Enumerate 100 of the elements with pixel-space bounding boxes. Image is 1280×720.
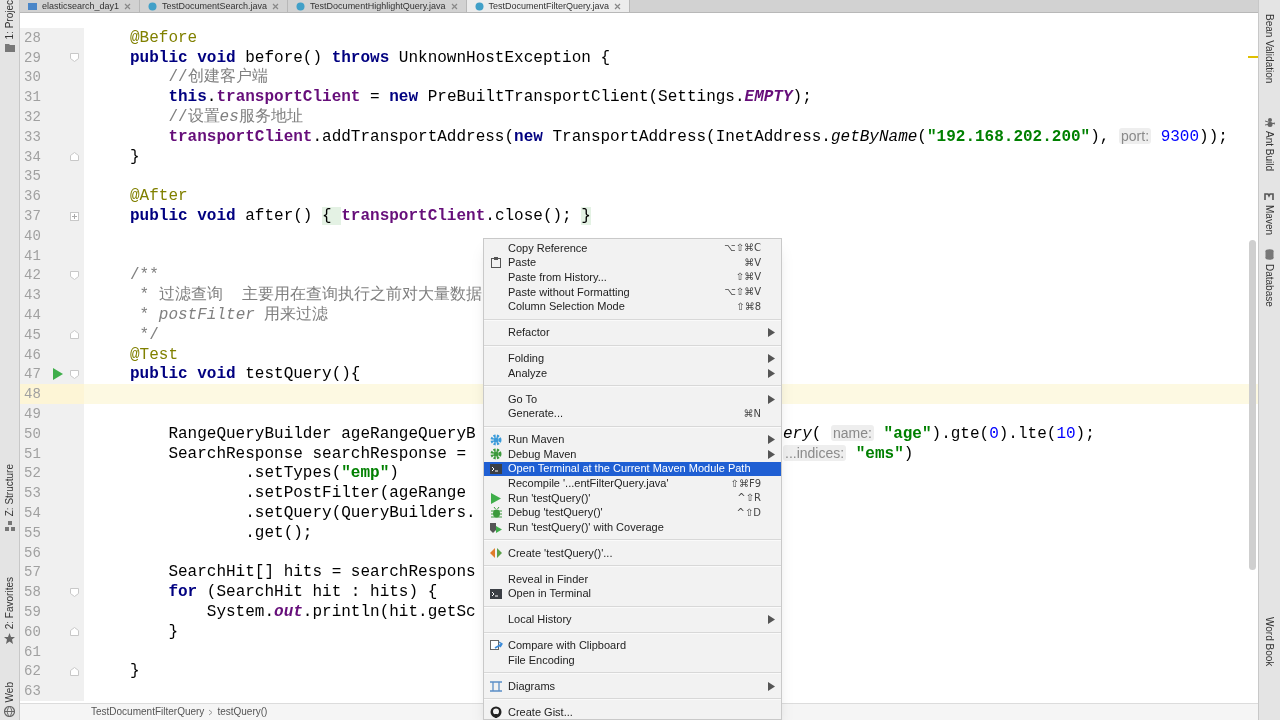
class-icon xyxy=(148,1,158,11)
code-line: public void after() { transportClient.close(); } xyxy=(129,208,591,225)
line-number: 59 xyxy=(23,605,42,619)
terminal-icon xyxy=(490,588,502,599)
menu-item[interactable]: Open in Terminal xyxy=(484,586,781,602)
code-line: } xyxy=(129,148,140,165)
line-number: 29 xyxy=(23,50,42,65)
close-icon[interactable] xyxy=(272,2,280,10)
menu-item[interactable]: Column Selection Mode ⇧⌘8 xyxy=(484,299,781,314)
fold-icon[interactable] xyxy=(70,330,79,340)
code-line: transportClient.addTransportAddress(new TransportAddress(InetAddress.getByName("192.168.202.200"), port: 9300)); xyxy=(167,128,1228,145)
line-number: 57 xyxy=(23,565,42,580)
line-number: 35 xyxy=(23,169,42,184)
tool-window-button[interactable]: Database xyxy=(1262,249,1277,308)
tool-window-button[interactable]: Ant Build xyxy=(1262,117,1277,172)
line-number: 49 xyxy=(23,407,42,422)
menu-item[interactable]: Open Terminal at the Current Maven Module Path xyxy=(484,461,781,477)
class-icon xyxy=(474,1,484,11)
line-number: 36 xyxy=(23,189,42,204)
line-number: 50 xyxy=(23,426,42,441)
code-line: for (SearchHit hit : hits) { xyxy=(167,584,438,601)
code-line: System.out.println(hit.getSc xyxy=(205,604,476,620)
line-number: 47 xyxy=(23,367,42,382)
menu-item[interactable]: Run 'testQuery()' ^⇧R xyxy=(484,490,781,506)
menu-item[interactable]: Paste from History... ⇧⌘V xyxy=(484,270,781,285)
menu-item[interactable]: Compare with Clipboard xyxy=(484,638,781,654)
code-line: //设置es服务地址 xyxy=(167,109,303,126)
line-number: 63 xyxy=(23,684,42,699)
close-icon[interactable] xyxy=(613,2,621,10)
line-number: 30 xyxy=(23,70,42,85)
menu-item[interactable]: Debug 'testQuery()' ^⇧D xyxy=(484,505,781,521)
code-line: this.transportClient = new PreBuiltTransportClient(Settings.EMPTY); xyxy=(167,89,812,106)
menu-item[interactable]: Refactor xyxy=(484,325,781,340)
menu-item[interactable]: Folding xyxy=(484,351,781,366)
warning-marker[interactable] xyxy=(1248,56,1258,58)
maven-icon xyxy=(1264,191,1275,202)
line-number: 40 xyxy=(23,228,42,243)
menu-item[interactable]: Debug Maven xyxy=(484,447,781,462)
tool-window-button[interactable]: Maven xyxy=(1262,191,1277,236)
module-icon xyxy=(28,1,37,11)
tool-window-button[interactable]: 1: Projec xyxy=(2,0,17,53)
code-line: SearchHit[] hits = searchRespons xyxy=(167,564,476,581)
line-number: 37 xyxy=(23,209,42,224)
database-icon xyxy=(1265,249,1274,261)
code-line: .setPostFilter(ageRange xyxy=(244,485,467,502)
fold-icon[interactable] xyxy=(70,666,79,676)
fold-icon[interactable] xyxy=(70,627,79,637)
fold-icon[interactable] xyxy=(70,152,79,162)
fold-icon[interactable] xyxy=(70,369,79,379)
fold-icon[interactable] xyxy=(70,53,79,63)
line-number: 54 xyxy=(23,506,42,520)
line-number: 31 xyxy=(23,90,42,105)
menu-item[interactable]: Recompile '...entFilterQuery.java' ⇧⌘F9 xyxy=(484,476,781,491)
code-line: .setQuery(QueryBuilders. xyxy=(244,505,476,521)
scrollbar-thumb[interactable] xyxy=(1249,240,1256,570)
tool-window-button[interactable]: Bean Validation xyxy=(1262,14,1277,84)
menu-item[interactable]: File Encoding xyxy=(484,653,781,668)
close-icon[interactable] xyxy=(124,2,132,10)
menu-item[interactable]: Create 'testQuery()'... xyxy=(484,546,781,561)
code-line: /** xyxy=(129,267,159,284)
menu-item[interactable]: Paste without Formatting ⌥⇧⌘V xyxy=(484,284,781,300)
compare-icon xyxy=(489,639,503,652)
tool-window-button[interactable]: Z: Structure xyxy=(2,464,17,531)
close-icon[interactable] xyxy=(450,2,458,10)
line-number: 48 xyxy=(23,387,42,402)
editor-tab[interactable]: TestDocumentFilterQuery.java xyxy=(466,0,630,12)
line-number: 34 xyxy=(23,149,42,164)
fold-icon[interactable] xyxy=(70,270,79,280)
menu-item[interactable]: Diagrams xyxy=(484,679,781,694)
menu-item[interactable]: Generate... ⌘N xyxy=(484,406,781,422)
tool-window-button[interactable]: 2: Favorites xyxy=(2,576,17,644)
menu-item[interactable]: Paste ⌘V xyxy=(484,255,781,271)
menu-item[interactable]: Local History xyxy=(484,612,781,628)
line-number: 53 xyxy=(23,486,42,501)
globe-icon xyxy=(4,706,15,718)
menu-item[interactable]: Analyze xyxy=(484,365,781,381)
line-number: 32 xyxy=(23,110,42,125)
expand-icon[interactable] xyxy=(70,211,79,221)
menu-item[interactable]: Reveal in Finder xyxy=(484,572,781,587)
menu-item[interactable]: Copy Reference ⌥⇧⌘C xyxy=(484,241,781,256)
breadcrumb-item[interactable]: TestDocumentFilterQuery xyxy=(91,707,205,717)
run-icon[interactable] xyxy=(53,368,63,381)
line-number: 46 xyxy=(23,347,42,362)
menu-item[interactable]: Go To xyxy=(484,391,781,407)
code-line: * postFilter 用来过滤 xyxy=(138,307,329,324)
folder-icon xyxy=(4,43,15,53)
tool-window-button[interactable]: Web xyxy=(2,681,17,718)
code-line: SearchResponse searchResponse = xyxy=(167,445,467,462)
menu-item[interactable]: Create Gist... xyxy=(484,705,781,719)
menu-item[interactable]: Run Maven xyxy=(484,432,781,448)
line-number: 52 xyxy=(23,466,42,481)
line-number: 51 xyxy=(23,446,42,461)
breadcrumb-item[interactable]: testQuery() xyxy=(217,707,268,717)
chevron-icon xyxy=(208,708,214,716)
menu-item[interactable]: Run 'testQuery()' with Coverage xyxy=(484,520,781,535)
line-number: 61 xyxy=(23,644,42,659)
tool-window-button[interactable]: Word Book xyxy=(1262,617,1277,667)
fold-icon[interactable] xyxy=(70,587,79,597)
line-number: 55 xyxy=(23,525,42,540)
code-line: .get(); xyxy=(244,524,313,541)
